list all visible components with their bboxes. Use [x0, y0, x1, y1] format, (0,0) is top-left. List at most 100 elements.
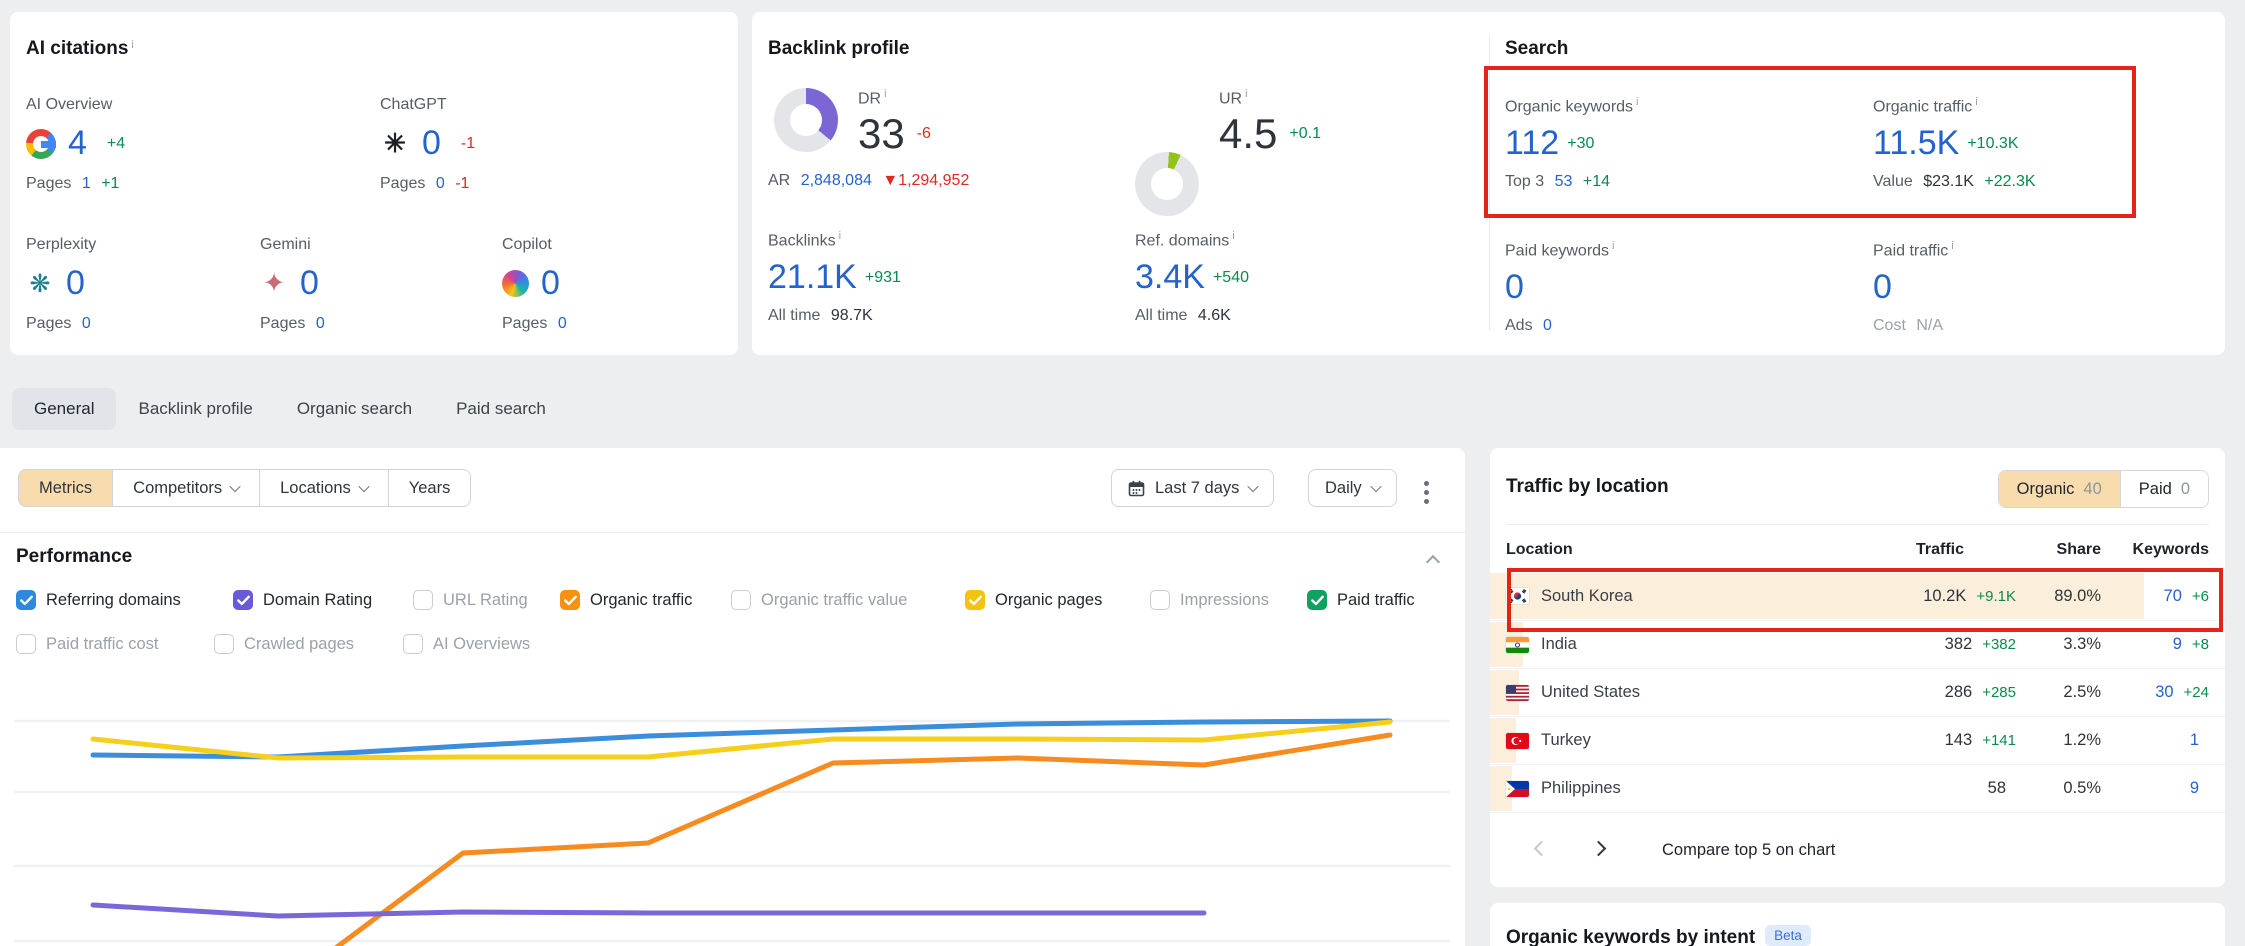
header-share[interactable]: Share	[2016, 541, 2101, 559]
table-row-turkey[interactable]: Turkey 143+141 1.2% 1	[1490, 716, 2225, 764]
location-name[interactable]: South Korea	[1541, 587, 1633, 606]
toggle-organic[interactable]: Organic 40	[1999, 471, 2120, 507]
citations-value[interactable]: 4	[68, 124, 87, 163]
pages-value[interactable]: 0	[316, 315, 325, 332]
info-icon[interactable]: i	[884, 88, 886, 100]
tab-paid-search[interactable]: Paid search	[434, 388, 568, 430]
compare-top5-link[interactable]: Compare top 5 on chart	[1662, 841, 1835, 860]
dr-change: -6	[917, 125, 931, 143]
info-icon[interactable]: i	[131, 39, 133, 51]
tab-backlink-profile[interactable]: Backlink profile	[116, 388, 274, 430]
keywords-value[interactable]: 9	[2173, 635, 2182, 654]
flag-united-states-icon	[1506, 685, 1529, 701]
toggle-paid[interactable]: Paid 0	[2120, 471, 2208, 507]
backlinks-value[interactable]: 21.1K	[768, 258, 857, 297]
pages-value[interactable]: 1	[82, 175, 91, 192]
pages-change: +1	[101, 175, 119, 192]
ads-label: Ads	[1505, 317, 1533, 334]
table-row-india[interactable]: India 382+382 3.3% 9+8	[1490, 620, 2225, 668]
keywords-change: +6	[2192, 588, 2209, 605]
checkbox-icon	[16, 634, 36, 654]
next-page-button[interactable]	[1587, 835, 1610, 865]
ads-value[interactable]: 0	[1543, 317, 1552, 334]
ai-source-label: ChatGPT	[380, 96, 475, 114]
performance-chart[interactable]	[0, 675, 1465, 946]
traffic-value: 10.2K	[1923, 587, 1966, 606]
pages-value[interactable]: 0	[82, 315, 91, 332]
header-keywords[interactable]: Keywords	[2101, 541, 2209, 559]
ai-citations-title: AI citations	[26, 38, 128, 59]
location-name[interactable]: Turkey	[1541, 731, 1591, 750]
ai-citation-cell-copilot: Copilot 0 Pages 0	[502, 236, 567, 333]
metric-checkbox-referring-domains[interactable]: Referring domains	[16, 590, 181, 610]
pages-label: Pages	[260, 315, 305, 332]
info-icon[interactable]: i	[839, 230, 841, 242]
metric-checkbox-crawled-pages[interactable]: Crawled pages	[214, 634, 354, 654]
header-location[interactable]: Location	[1506, 541, 1856, 559]
metrics-filter-button[interactable]: Metrics	[18, 469, 113, 507]
info-icon[interactable]: i	[1975, 96, 1977, 108]
citations-value[interactable]: 0	[300, 264, 319, 303]
checkbox-icon	[1150, 590, 1170, 610]
metric-checkbox-paid-traffic[interactable]: Paid traffic	[1307, 590, 1415, 610]
filter-segmented-control: Metrics Competitors Locations Years	[18, 469, 471, 507]
location-name[interactable]: India	[1541, 635, 1577, 654]
pages-value[interactable]: 0	[558, 315, 567, 332]
paid-keywords-value[interactable]: 0	[1505, 268, 1524, 307]
keywords-value[interactable]: 30	[2155, 683, 2173, 702]
info-icon[interactable]: i	[1951, 240, 1953, 252]
top3-value[interactable]: 53	[1555, 173, 1573, 190]
paid-traffic-value[interactable]: 0	[1873, 268, 1892, 307]
info-icon[interactable]: i	[1636, 96, 1638, 108]
info-icon[interactable]: i	[1232, 230, 1234, 242]
ref-domains-value[interactable]: 3.4K	[1135, 258, 1205, 297]
collapse-section-button[interactable]	[1424, 550, 1442, 576]
value-change: +22.3K	[1984, 173, 2035, 190]
more-options-button[interactable]	[1418, 475, 1435, 510]
metric-checkbox-domain-rating[interactable]: Domain Rating	[233, 590, 372, 610]
keywords-by-intent-card: Organic keywords by intentBeta	[1490, 903, 2225, 946]
tab-general[interactable]: General	[12, 388, 116, 430]
flag-india-icon	[1506, 637, 1529, 653]
metric-checkbox-organic-traffic-value[interactable]: Organic traffic value	[731, 590, 907, 610]
pages-label: Pages	[380, 175, 425, 192]
organic-traffic-value[interactable]: 11.5K	[1873, 124, 1959, 163]
pages-value[interactable]: 0	[436, 175, 445, 192]
metric-checkbox-ai-overviews[interactable]: AI Overviews	[403, 634, 530, 654]
location-name[interactable]: Philippines	[1541, 779, 1621, 798]
header-traffic[interactable]: Traffic	[1856, 541, 2016, 559]
metric-checkbox-url-rating[interactable]: URL Rating	[413, 590, 528, 610]
ar-value[interactable]: 2,848,084	[801, 172, 872, 189]
table-row-philippines[interactable]: Philippines 58 0.5% 9	[1490, 764, 2225, 812]
metric-checkbox-impressions[interactable]: Impressions	[1150, 590, 1269, 610]
keywords-by-intent-title: Organic keywords by intent	[1506, 927, 1755, 946]
vertical-divider	[1489, 36, 1490, 331]
years-filter-button[interactable]: Years	[388, 469, 472, 507]
table-row-south-korea[interactable]: South Korea 10.2K+9.1K 89.0% 70+6	[1490, 572, 2225, 620]
date-range-button[interactable]: Last 7 days	[1111, 469, 1274, 507]
info-icon[interactable]: i	[1245, 88, 1247, 100]
locations-filter-button[interactable]: Locations	[259, 469, 389, 507]
backlinks-label: Backlinks	[768, 232, 836, 249]
prev-page-button[interactable]	[1530, 835, 1553, 865]
tab-organic-search[interactable]: Organic search	[275, 388, 434, 430]
ai-source-label: AI Overview	[26, 96, 125, 114]
metric-checkbox-organic-pages[interactable]: Organic pages	[965, 590, 1102, 610]
info-icon[interactable]: i	[1612, 240, 1614, 252]
traffic-value: 58	[1988, 779, 2006, 798]
ai-citation-cell-ai-overview: AI Overview 4 +4 Pages 1 +1	[26, 96, 125, 193]
table-row-united-states[interactable]: United States 286+285 2.5% 30+24	[1490, 668, 2225, 716]
keywords-value[interactable]: 1	[2190, 731, 2199, 750]
competitors-filter-button[interactable]: Competitors	[112, 469, 260, 507]
citations-value[interactable]: 0	[66, 264, 85, 303]
chevron-down-icon	[1248, 481, 1259, 492]
keywords-value[interactable]: 70	[2164, 587, 2182, 606]
metric-checkbox-organic-traffic[interactable]: Organic traffic	[560, 590, 692, 610]
citations-value[interactable]: 0	[422, 124, 441, 163]
keywords-value[interactable]: 9	[2190, 779, 2199, 798]
organic-keywords-value[interactable]: 112	[1505, 124, 1559, 163]
citations-value[interactable]: 0	[541, 264, 560, 303]
granularity-button[interactable]: Daily	[1308, 469, 1397, 507]
metric-checkbox-paid-traffic-cost[interactable]: Paid traffic cost	[16, 634, 159, 654]
location-name[interactable]: United States	[1541, 683, 1640, 702]
